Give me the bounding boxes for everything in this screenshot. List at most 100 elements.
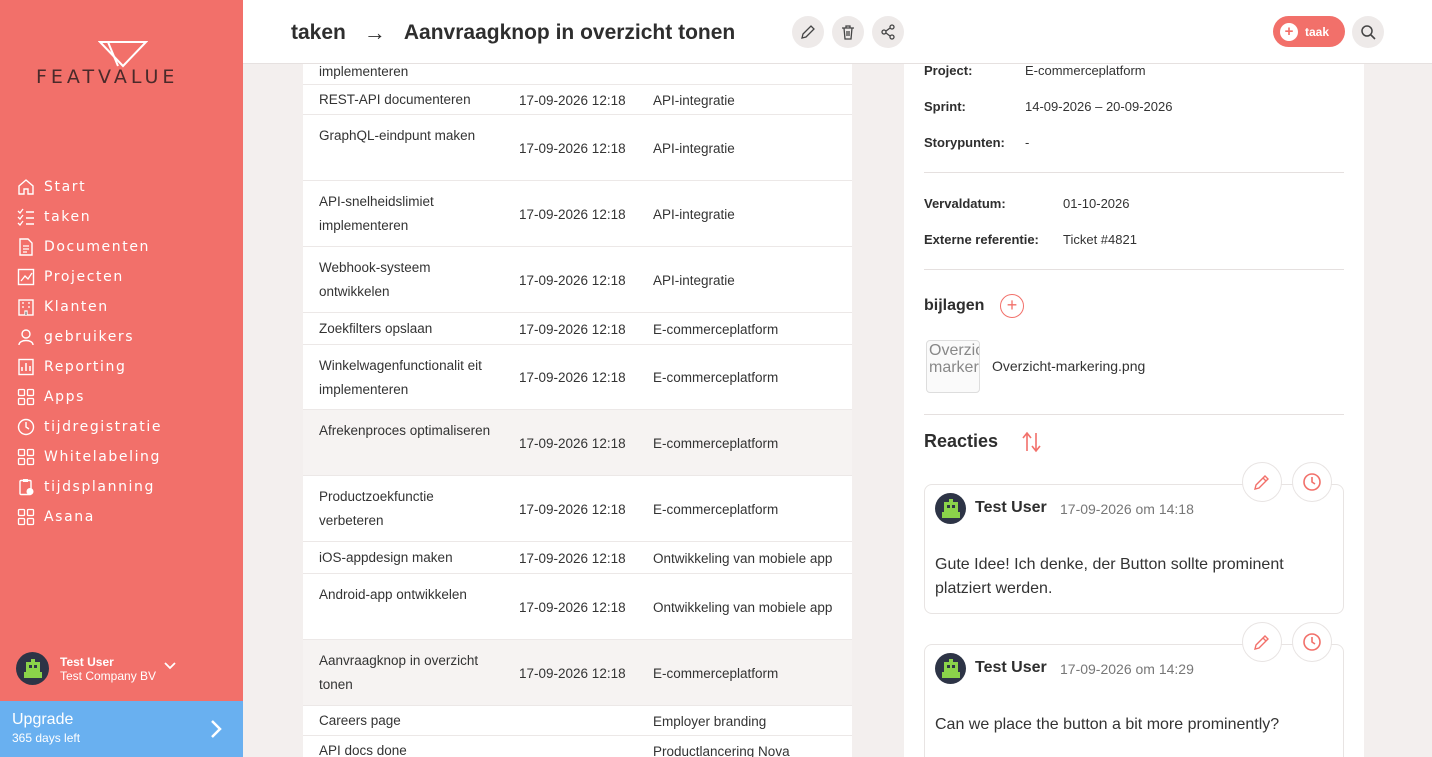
comment-history-button[interactable] (1292, 622, 1332, 662)
sidebar-item-reporting[interactable]: Reporting (16, 352, 162, 382)
sidebar-item-label: Apps (44, 389, 86, 405)
upgrade-banner[interactable]: Upgrade 365 days left (0, 701, 243, 757)
apps-icon (16, 387, 36, 407)
sidebar-item-label: Reporting (44, 359, 127, 375)
avatar (935, 653, 966, 684)
sort-icon[interactable] (1020, 431, 1044, 458)
robot-avatar-icon (23, 658, 42, 678)
task-project: E-commerceplatform (653, 502, 779, 517)
sidebar-item-tijdsplanning[interactable]: tijdsplanning (16, 472, 162, 502)
table-row[interactable]: Android-app ontwikkelen 17-09-2026 12:18… (303, 574, 852, 640)
clock-icon (1303, 633, 1321, 651)
edit-comment-button[interactable] (1242, 462, 1282, 502)
search-button[interactable] (1352, 16, 1384, 48)
sidebar-item-apps[interactable]: Apps (16, 382, 162, 412)
report-icon (16, 357, 36, 377)
table-row[interactable]: GraphQL-eindpunt maken 17-09-2026 12:18 … (303, 115, 852, 181)
clipboard-clock-icon (16, 477, 36, 497)
task-name: iOS-appdesign maken (319, 550, 453, 565)
task-name: API docs done (319, 743, 407, 757)
new-task-label: taak (1305, 24, 1330, 39)
share-button[interactable] (872, 16, 904, 48)
task-name: implementeren (319, 64, 409, 79)
edit-button[interactable] (792, 16, 824, 48)
pencil-icon (1254, 635, 1269, 650)
sidebar-item-taken[interactable]: taken (16, 202, 162, 232)
sidebar-item-label: gebruikers (44, 329, 135, 345)
project-label: Project: (924, 64, 973, 78)
task-date: 17-09-2026 12:18 (519, 666, 626, 681)
project-value[interactable]: E-commerceplatform (1025, 64, 1146, 78)
attachment-thumbnail[interactable]: Overzicht-markering (926, 340, 980, 393)
task-date: 17-09-2026 12:18 (519, 322, 626, 337)
document-icon (16, 237, 36, 257)
chevron-down-icon[interactable] (164, 657, 176, 675)
user-menu[interactable]: Test User Test Company BV (16, 652, 176, 685)
breadcrumb-section[interactable]: taken (291, 21, 346, 45)
sprint-label: Sprint: (924, 99, 966, 114)
task-date: 17-09-2026 12:18 (519, 436, 626, 451)
logo-text: FEATVALUE (36, 66, 179, 88)
avatar (16, 652, 49, 685)
sidebar-item-asana[interactable]: Asana (16, 502, 162, 532)
comment-history-button[interactable] (1292, 462, 1332, 502)
timer-icon (16, 417, 36, 437)
task-project: Employer branding (653, 714, 767, 729)
edit-comment-button[interactable] (1242, 622, 1282, 662)
table-row[interactable]: Webhook-systeem ontwikkelen 17-09-2026 1… (303, 247, 852, 313)
external-reference-value[interactable]: Ticket #4821 (1063, 232, 1137, 247)
task-name: Webhook-systeem ontwikkelen (319, 260, 431, 299)
sidebar-item-klanten[interactable]: Klanten (16, 292, 162, 322)
attachments-title: bijlagen (924, 297, 985, 314)
checklist-icon (16, 207, 36, 227)
due-date-value[interactable]: 01-10-2026 (1063, 196, 1130, 211)
add-attachment-button[interactable]: + (1000, 294, 1024, 318)
task-date: 17-09-2026 12:18 (519, 600, 626, 615)
divider (924, 414, 1344, 415)
sidebar-item-label: tijdregistratie (44, 419, 163, 435)
task-date: 17-09-2026 12:18 (519, 502, 626, 517)
sidebar-item-projecten[interactable]: Projecten (16, 262, 162, 292)
sidebar-item-documenten[interactable]: Documenten (16, 232, 162, 262)
sidebar-item-start[interactable]: Start (16, 172, 162, 202)
search-icon (1361, 25, 1376, 40)
task-project: E-commerceplatform (653, 370, 779, 385)
comment-time: 17-09-2026 om 14:18 (1060, 501, 1194, 517)
table-row-selected[interactable]: Aanvraagknop in overzicht tonen 17-09-20… (303, 640, 852, 706)
avatar (935, 493, 966, 524)
attachment-filename[interactable]: Overzicht-markering.png (992, 358, 1145, 374)
task-date: 17-09-2026 12:18 (519, 370, 626, 385)
sidebar-item-gebruikers[interactable]: gebruikers (16, 322, 162, 352)
sidebar-item-label: tijdsplanning (44, 479, 156, 495)
featvalue-logo[interactable]: FEATVALUE (36, 40, 211, 90)
task-name: GraphQL-eindpunt maken (319, 128, 476, 143)
table-row[interactable]: iOS-appdesign maken 17-09-2026 12:18 Ont… (303, 542, 852, 574)
sidebar-item-label: Klanten (44, 299, 109, 315)
task-name: API-snelheidslimiet implementeren (319, 194, 434, 233)
table-row[interactable]: Careers page Employer branding (303, 706, 852, 736)
table-row[interactable]: implementeren (303, 64, 852, 85)
share-icon (881, 24, 895, 40)
task-project: Ontwikkeling van mobiele app (653, 600, 833, 615)
task-project: API-integratie (653, 93, 735, 108)
robot-avatar-icon (941, 658, 960, 678)
new-task-button[interactable]: + taak (1273, 16, 1345, 47)
delete-button[interactable] (832, 16, 864, 48)
sidebar-item-label: taken (44, 209, 92, 225)
table-row[interactable]: Winkelwagenfunctionalit eit implementere… (303, 345, 852, 410)
task-name: REST-API documenteren (319, 92, 471, 107)
table-row[interactable]: REST-API documenteren 17-09-2026 12:18 A… (303, 85, 852, 115)
task-name: Zoekfilters opslaan (319, 321, 433, 336)
task-date: 17-09-2026 12:18 (519, 93, 626, 108)
sprint-value[interactable]: 14-09-2026 – 20-09-2026 (1025, 99, 1172, 114)
table-row[interactable]: API-snelheidslimiet implementeren 17-09-… (303, 181, 852, 247)
sidebar-item-whitelabeling[interactable]: Whitelabeling (16, 442, 162, 472)
table-row[interactable]: Afrekenproces optimaliseren 17-09-2026 1… (303, 410, 852, 476)
storypoints-value[interactable]: - (1025, 135, 1029, 150)
table-row[interactable]: Productzoekfunctie verbeteren 17-09-2026… (303, 476, 852, 542)
breadcrumb: taken → Aanvraagknop in overzicht tonen (291, 20, 735, 46)
sidebar-item-tijdregistratie[interactable]: tijdregistratie (16, 412, 162, 442)
task-project: API-integratie (653, 207, 735, 222)
table-row[interactable]: Zoekfilters opslaan 17-09-2026 12:18 E-c… (303, 313, 852, 345)
table-row[interactable]: API docs done Productlancering Nova (303, 736, 852, 757)
